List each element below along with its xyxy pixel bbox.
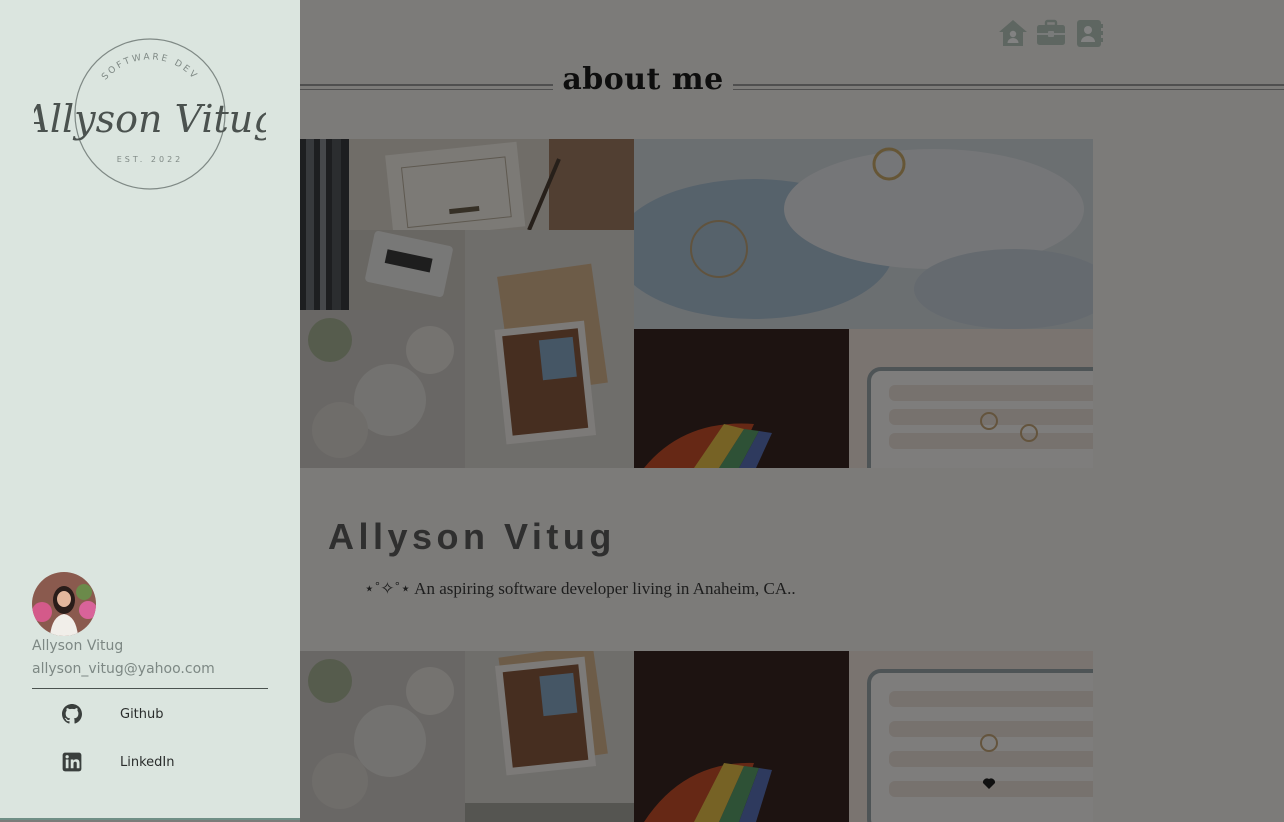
photo-prism-light-2 — [634, 651, 849, 822]
title-rule-left — [300, 84, 553, 90]
user-email: allyson_vitug@yahoo.com — [32, 661, 215, 677]
photo-cassette — [349, 230, 465, 310]
contact-card-icon[interactable] — [1072, 16, 1106, 50]
photo-lace-flowers-2 — [300, 651, 465, 822]
photo-lace-flowers — [300, 310, 465, 468]
photo-prism-light — [634, 329, 849, 468]
logo-arc-text: SOFTWARE DEV — [100, 52, 197, 82]
photo-postcards — [465, 230, 635, 468]
profile-heading: Allyson Vitug — [328, 516, 616, 557]
top-nav — [996, 16, 1106, 50]
page-title: about me — [562, 62, 724, 97]
home-icon[interactable] — [996, 16, 1030, 50]
github-link[interactable]: Github — [32, 694, 268, 734]
sidebar-drawer: SOFTWARE DEV Allyson Vitug EST. 2022 All… — [0, 0, 300, 820]
photo-postcards-2 — [465, 651, 635, 822]
user-name: Allyson Vitug — [32, 638, 124, 654]
profile-bio: ⋆˚✧˚⋆ An aspiring software developer liv… — [364, 579, 796, 598]
linkedin-icon — [32, 752, 112, 772]
github-icon — [32, 704, 112, 724]
linkedin-link-label: LinkedIn — [120, 754, 175, 770]
photo-building — [300, 139, 349, 310]
brand-logo: SOFTWARE DEV Allyson Vitug EST. 2022 — [19, 34, 278, 194]
photo-ring-box-2 — [849, 651, 1093, 822]
photo-ring-box — [849, 329, 1093, 468]
linkedin-link[interactable]: LinkedIn — [32, 742, 268, 782]
title-rule-right — [733, 84, 1284, 90]
section-title-row: about me — [300, 62, 1284, 108]
avatar — [32, 572, 96, 636]
photo-notes-card — [349, 139, 634, 230]
sidebar-divider — [32, 688, 268, 689]
logo-script-text: Allyson Vitug — [34, 97, 266, 141]
logo-bottom-text: EST. 2022 — [117, 155, 184, 164]
briefcase-icon[interactable] — [1034, 16, 1068, 50]
github-link-label: Github — [120, 706, 164, 722]
photo-silk-rings — [634, 139, 1093, 329]
svg-text:SOFTWARE DEV: SOFTWARE DEV — [100, 52, 200, 82]
